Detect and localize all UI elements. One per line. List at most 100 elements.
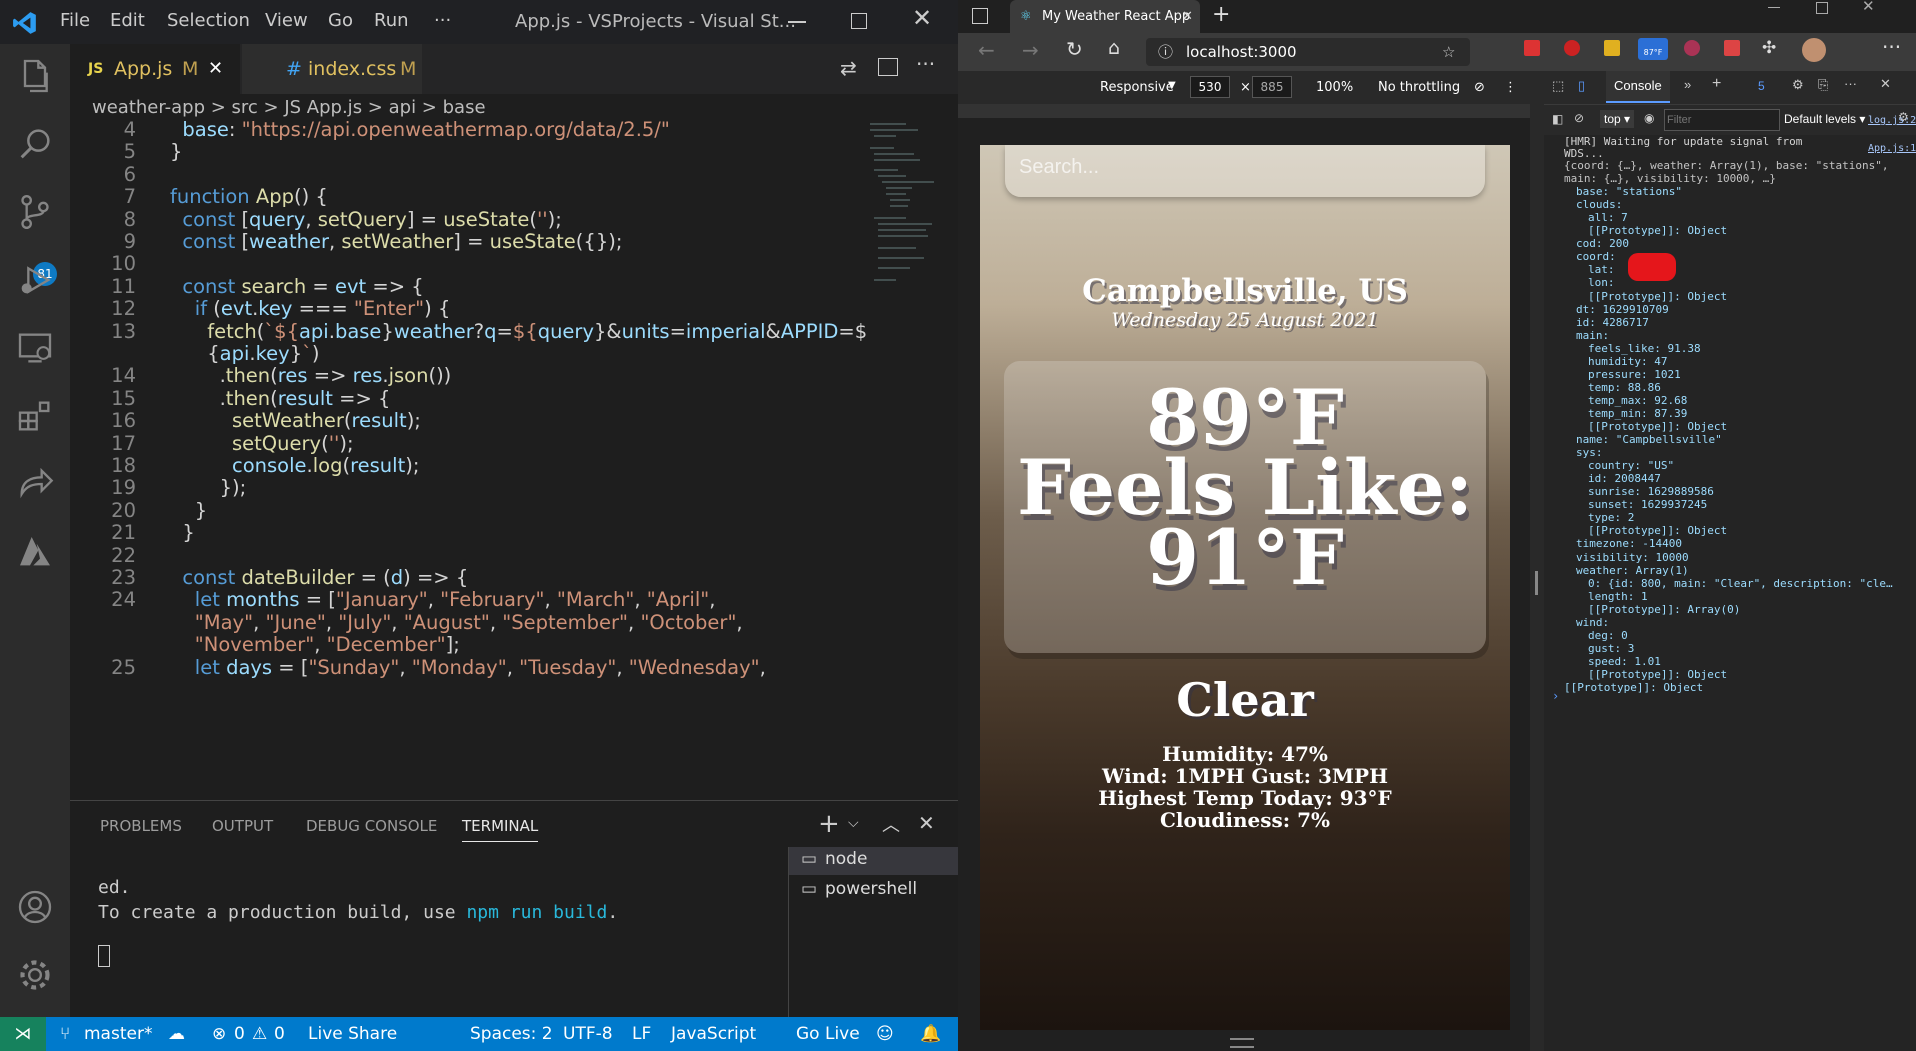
address-bar[interactable]: ⓘ localhost:3000 ☆ xyxy=(1146,38,1470,66)
more-menu-icon[interactable]: ··· xyxy=(1882,35,1901,59)
terminal-session-powershell[interactable]: ▭ powershell xyxy=(789,877,958,905)
console-line[interactable]: speed: 1.01 xyxy=(1588,655,1661,668)
info-icon[interactable]: ⓘ xyxy=(1158,38,1173,66)
compare-changes-icon[interactable]: ⇄ xyxy=(840,56,857,80)
code-editor[interactable]: 4 base: "https://api.openweathermap.org/… xyxy=(70,118,870,800)
maximize-icon[interactable] xyxy=(1816,2,1828,14)
devtools-tab-console[interactable]: Console xyxy=(1606,71,1670,103)
maximize-panel-icon[interactable]: ︿ xyxy=(882,811,900,837)
source-link[interactable]: log.js:24 xyxy=(1868,115,1916,126)
console-line[interactable]: visibility: 10000 xyxy=(1576,551,1689,564)
more-tabs-icon[interactable]: » xyxy=(1684,77,1691,92)
console-prompt[interactable]: › xyxy=(1552,689,1559,703)
menu-more[interactable]: ··· xyxy=(434,10,451,31)
console-line[interactable]: temp: 88.86 xyxy=(1588,381,1661,394)
console-line[interactable]: [[Prototype]]: Array(0) xyxy=(1588,603,1740,616)
settings-gear-icon[interactable]: ⚙ xyxy=(1792,77,1804,93)
console-line[interactable]: {coord: {…}, weather: Array(1), base: "s… xyxy=(1564,159,1889,172)
split-editor-icon[interactable] xyxy=(878,58,898,76)
zoom-select[interactable]: 100% xyxy=(1316,80,1353,95)
back-icon[interactable]: ← xyxy=(978,38,995,62)
sync-icon[interactable]: ☁ xyxy=(168,1024,185,1044)
console-line[interactable]: temp_min: 87.39 xyxy=(1588,407,1687,420)
console-line[interactable]: sunset: 1629937245 xyxy=(1588,498,1707,511)
tab-close-icon[interactable]: ✕ xyxy=(208,44,223,94)
console-line[interactable]: base: "stations" xyxy=(1576,185,1682,198)
status-spaces[interactable]: Spaces: 2 xyxy=(470,1024,553,1044)
tab-problems[interactable]: PROBLEMS xyxy=(100,817,182,835)
search-input[interactable]: Search... xyxy=(1005,145,1485,197)
tab-terminal[interactable]: TERMINAL xyxy=(462,817,539,842)
console-line[interactable]: all: 7 xyxy=(1588,211,1628,224)
explorer-icon[interactable] xyxy=(15,56,55,96)
forward-icon[interactable]: → xyxy=(1022,38,1039,62)
live-share-icon[interactable] xyxy=(15,464,55,504)
close-panel-icon[interactable]: ✕ xyxy=(918,811,935,835)
console-line[interactable]: wind: xyxy=(1576,616,1609,629)
console-line[interactable]: clouds: xyxy=(1576,198,1622,211)
status-eol[interactable]: LF xyxy=(632,1024,651,1044)
log-levels-select[interactable]: Default levels ▾ xyxy=(1784,112,1865,126)
viewport-height-input[interactable]: 885 xyxy=(1252,76,1292,98)
azure-icon[interactable] xyxy=(15,532,55,572)
console-line[interactable]: cod: 200 xyxy=(1576,237,1629,250)
clear-console-icon[interactable]: ⊘ xyxy=(1574,111,1584,125)
new-tab-icon[interactable]: + xyxy=(1212,2,1230,27)
weather-extension-icon[interactable]: 87°F xyxy=(1638,38,1668,60)
viewport-width-input[interactable]: 530 xyxy=(1190,76,1230,98)
profile-avatar[interactable] xyxy=(1802,38,1826,62)
accounts-icon[interactable] xyxy=(15,887,55,927)
menu-run[interactable]: Run xyxy=(374,10,409,31)
crumb-src[interactable]: src xyxy=(232,97,258,118)
console-line[interactable]: timezone: -14400 xyxy=(1576,537,1682,550)
feedback-icon[interactable]: ☺ xyxy=(876,1024,894,1044)
favorite-star-icon[interactable]: ☆ xyxy=(1442,38,1455,66)
console-line[interactable]: 0: {id: 800, main: "Clear", description:… xyxy=(1588,577,1893,590)
console-line[interactable]: temp_max: 92.68 xyxy=(1588,394,1687,407)
console-line[interactable]: name: "Campbellsville" xyxy=(1576,433,1722,446)
tab-index-css[interactable]: # index.css M xyxy=(242,44,422,94)
console-line[interactable]: sys: xyxy=(1576,446,1603,459)
source-control-icon[interactable] xyxy=(15,192,55,232)
console-line[interactable]: length: 1 xyxy=(1588,590,1648,603)
crumb-api[interactable]: api xyxy=(389,97,416,118)
console-line[interactable]: dt: 1629910709 xyxy=(1576,303,1669,316)
console-line[interactable]: lon: xyxy=(1588,276,1615,289)
settings-gear-icon[interactable] xyxy=(15,955,55,995)
eye-icon[interactable]: ◉ xyxy=(1644,111,1654,125)
browser-tab[interactable]: ⚛ My Weather React App ✕ xyxy=(1010,0,1200,33)
more-actions-icon[interactable]: ··· xyxy=(916,52,935,76)
issues-badge[interactable]: 5 xyxy=(1758,79,1765,93)
console-line[interactable]: [[Prototype]]: Object xyxy=(1564,681,1703,694)
status-language[interactable]: JavaScript xyxy=(671,1024,756,1044)
console-line[interactable]: pressure: 1021 xyxy=(1588,368,1681,381)
extensions-icon[interactable] xyxy=(15,396,55,436)
console-line[interactable]: id: 4286717 xyxy=(1576,316,1649,329)
tab-actions-icon[interactable] xyxy=(972,8,988,24)
crumb-base[interactable]: base xyxy=(443,97,486,118)
minimize-icon[interactable] xyxy=(788,21,806,23)
console-line[interactable]: [[Prototype]]: Object xyxy=(1588,524,1727,537)
tab-debug-console[interactable]: DEBUG CONSOLE xyxy=(306,817,437,835)
devtools-splitter[interactable] xyxy=(1530,71,1544,1051)
console-line[interactable]: feels_like: 91.38 xyxy=(1588,342,1701,355)
status-encoding[interactable]: UTF-8 xyxy=(563,1024,613,1044)
extension-icon[interactable] xyxy=(1564,40,1580,56)
console-line[interactable]: weather: Array(1) xyxy=(1576,564,1689,577)
console-line[interactable]: humidity: 47 xyxy=(1588,355,1667,368)
remote-explorer-icon[interactable] xyxy=(15,328,55,368)
console-line[interactable]: type: 2 xyxy=(1588,511,1634,524)
maximize-icon[interactable] xyxy=(851,13,867,29)
extensions-puzzle-icon[interactable]: ✣ xyxy=(1762,38,1776,58)
console-filter-input[interactable] xyxy=(1664,109,1780,131)
inspect-icon[interactable]: ⬚ xyxy=(1552,78,1564,94)
minimize-icon[interactable] xyxy=(1768,7,1780,8)
tab-app-js[interactable]: JS App.js M ✕ xyxy=(70,44,240,94)
more-options-icon[interactable]: ⋮ xyxy=(1504,80,1517,95)
status-errors[interactable]: 0 xyxy=(234,1024,245,1044)
menu-edit[interactable]: Edit xyxy=(110,10,145,31)
throttling-select[interactable]: No throttling xyxy=(1378,80,1460,95)
live-share-status[interactable]: Live Share xyxy=(308,1024,397,1044)
console-line[interactable]: gust: 3 xyxy=(1588,642,1634,655)
crumb-folder[interactable]: weather-app xyxy=(92,97,205,118)
